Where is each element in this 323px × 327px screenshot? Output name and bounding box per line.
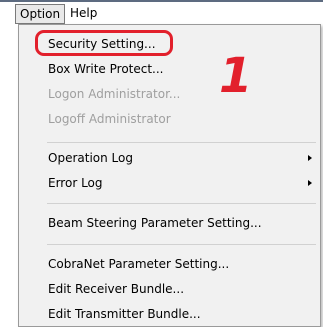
step-number-label: 1 xyxy=(219,48,253,104)
menu-item-label: Edit Receiver Bundle... xyxy=(48,282,185,296)
menu-item-label: Box Write Protect... xyxy=(48,62,164,76)
menu-item-label: Logon Administrator... xyxy=(48,87,181,101)
submenu-arrow-icon xyxy=(308,155,312,161)
menu-item-label: CobraNet Parameter Setting... xyxy=(48,257,230,271)
menu-item-box-write-protect[interactable]: Box Write Protect... xyxy=(19,57,320,81)
menu-item-label: Edit Transmitter Bundle... xyxy=(48,307,201,321)
menu-item-label: Beam Steering Parameter Setting... xyxy=(48,216,262,230)
menu-bar: Option Help xyxy=(0,2,323,26)
menu-separator xyxy=(47,203,316,204)
menu-item-edit-transmitter-bundle[interactable]: Edit Transmitter Bundle... xyxy=(19,302,320,326)
menu-item-logon-administrator: Logon Administrator... xyxy=(19,82,320,106)
menu-separator xyxy=(47,142,316,143)
option-dropdown-menu: Security Setting... Box Write Protect...… xyxy=(18,24,321,327)
menu-item-edit-receiver-bundle[interactable]: Edit Receiver Bundle... xyxy=(19,277,320,301)
menu-item-operation-log[interactable]: Operation Log xyxy=(19,146,320,170)
submenu-arrow-icon xyxy=(308,180,312,186)
menu-item-beam-steering-parameter-setting[interactable]: Beam Steering Parameter Setting... xyxy=(19,211,320,235)
menu-item-label: Operation Log xyxy=(48,151,133,165)
menu-option[interactable]: Option xyxy=(15,4,66,24)
menu-separator xyxy=(47,244,316,245)
highlight-callout xyxy=(35,30,173,56)
menu-item-label: Logoff Administrator xyxy=(48,112,171,126)
menu-item-cobranet-parameter-setting[interactable]: CobraNet Parameter Setting... xyxy=(19,252,320,276)
menu-item-logoff-administrator: Logoff Administrator xyxy=(19,107,320,131)
menu-help[interactable]: Help xyxy=(66,4,101,22)
menu-item-label: Error Log xyxy=(48,176,103,190)
menu-item-error-log[interactable]: Error Log xyxy=(19,171,320,195)
